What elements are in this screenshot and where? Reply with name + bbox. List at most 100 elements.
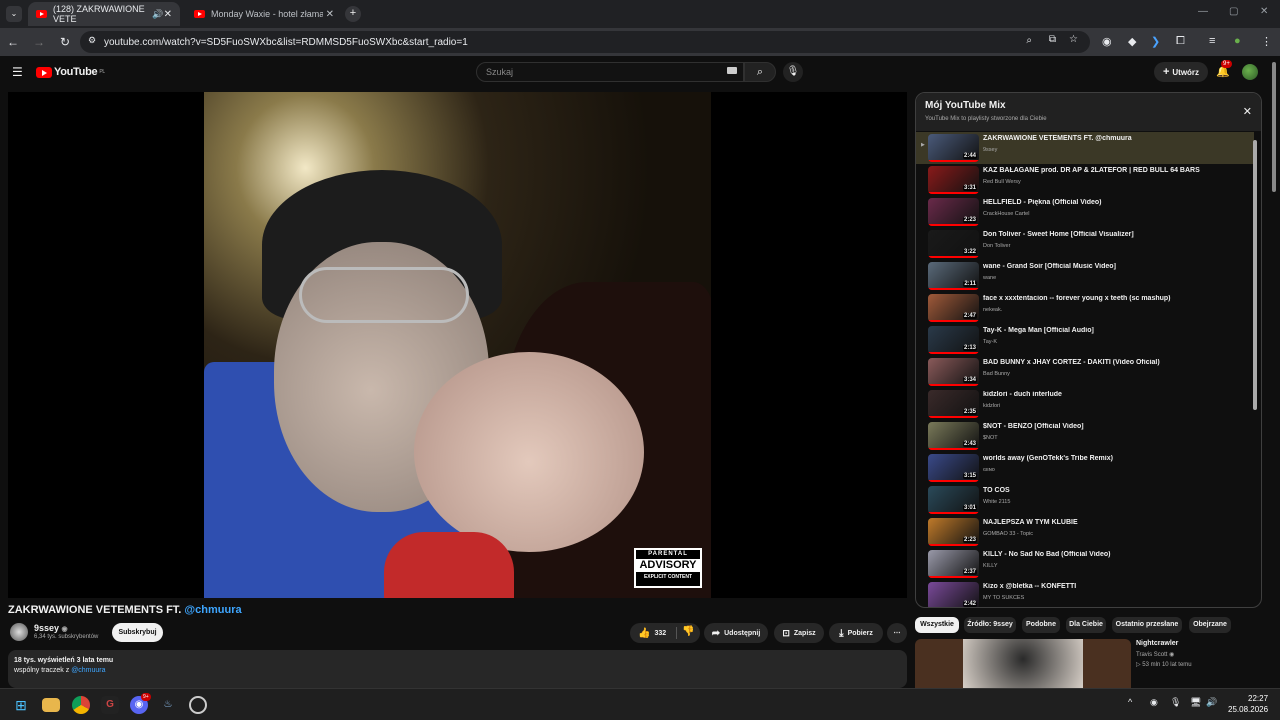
playlist-item[interactable]: 3:15 worlds away (GenOTekk's Tribe Remix)… [916,452,1254,484]
playlist-thumbnail[interactable]: 2:23 [928,198,979,226]
filter-chip[interactable]: Dla Ciebie [1066,617,1106,633]
app-icon[interactable] [189,696,207,714]
save-button[interactable]: ⊡ Zapisz [774,623,824,643]
file-explorer-icon[interactable] [42,698,60,712]
video-description[interactable]: 18 tys. wyświetleń 3 lata temu wspólny t… [8,650,907,688]
playlist-thumbnail[interactable]: 2:47 [928,294,979,322]
discord-tray-icon[interactable]: ◉ [1150,697,1158,708]
playlist-item[interactable]: 2:47 face x xxxtentacion -- forever young… [916,292,1254,324]
playlist-thumbnail[interactable]: 2:23 [928,518,979,546]
zoom-icon[interactable]: ⌕ [1026,35,1032,46]
channel-name[interactable]: 9ssey ◉ [34,623,68,633]
maximize-icon[interactable]: ▢ [1229,6,1238,17]
like-button[interactable]: 👍 332 [638,628,666,639]
recommendation-channel[interactable]: Travis Scott ◉ [1136,651,1174,658]
playlist-item[interactable]: 2:42 Kizo x @bletka -- KONFETTI MY TO SUKC… [916,580,1254,607]
filter-chip[interactable]: Podobne [1022,617,1060,633]
close-tab-icon[interactable]: ✕ [326,9,334,20]
recommendation-title[interactable]: Nightcrawler [1136,640,1178,647]
channel-avatar[interactable] [10,623,28,641]
playlist-thumbnail[interactable]: 2:37 [928,550,979,578]
playlist-thumbnail[interactable]: 3:01 [928,486,979,514]
playlist-thumbnail[interactable]: 2:35 [928,390,979,418]
playlist-item-channel: Tay-K [983,339,998,345]
new-tab-button[interactable]: + [345,6,361,22]
url-field[interactable]: ⚙ youtube.com/watch?v=SD5FuoSWXbc&list=R… [80,31,1090,53]
playlist-thumbnail[interactable]: 3:15 [928,454,979,482]
create-button[interactable]: + Utwórz [1154,62,1208,82]
download-button[interactable]: ⤓ Pobierz [829,623,883,643]
playlist-item[interactable]: 3:22 Don Toliver - Sweet Home [Official V… [916,228,1254,260]
network-icon[interactable]: 🖥 [1190,697,1201,708]
extensions-puzzle-icon[interactable]: ⧠ [1176,35,1185,48]
keyboard-icon[interactable] [727,67,737,74]
playlist-thumbnail[interactable]: 2:44 [928,134,979,162]
tab-youtube-other[interactable]: Monday Waxie - hotel złamany ✕ [186,2,342,26]
profile-icon[interactable]: ● [1234,35,1241,47]
search-button[interactable]: ⌕ [744,62,776,82]
playlist-item[interactable]: 3:31 KAZ BAŁAGANE prod. DR AP & 2LATEFOR … [916,164,1254,196]
menu-dots-icon[interactable]: ⋮ [1261,35,1272,48]
playlist-item[interactable]: 2:37 KILLY - No Sad No Bad (Official Vide… [916,548,1254,580]
close-tab-icon[interactable]: ✕ [164,9,172,20]
windows-start-icon[interactable]: ⊞ [12,696,30,714]
close-window-icon[interactable]: ✕ [1260,6,1268,17]
video-player[interactable]: PARENTAL ADVISORY EXPLICIT CONTENT [8,92,907,598]
volume-icon[interactable]: 🔊 [1206,697,1217,708]
youtube-logo[interactable]: YouTube PL [36,66,105,78]
playlist-thumbnail[interactable]: 2:43 [928,422,979,450]
back-icon[interactable]: ← [0,35,26,49]
extension-icon[interactable]: ◆ [1128,35,1136,48]
description-mention-link[interactable]: @chmuura [71,667,105,674]
filter-chip[interactable]: Źródło: 9ssey [964,617,1016,633]
show-hidden-icons-icon[interactable]: ^ [1128,697,1132,707]
title-mention-link[interactable]: @chmuura [184,604,241,616]
tab-search-button[interactable]: ⌄ [6,6,22,22]
steam-icon[interactable]: ♨ [159,696,177,714]
playlist-item[interactable]: 2:35 kidzlori - duch interlude kidzlori [916,388,1254,420]
playlist-thumbnail[interactable]: 3:31 [928,166,979,194]
reload-icon[interactable]: ↻ [52,35,78,49]
app-icon[interactable]: G [101,696,119,714]
microphone-tray-icon[interactable]: 🎙 [1170,697,1181,708]
forward-icon[interactable]: → [26,35,52,49]
bookmark-star-icon[interactable]: ☆ [1069,34,1078,45]
voice-search-button[interactable]: 🎙 [783,62,803,82]
thumbs-down-icon[interactable]: 👎 [682,626,694,637]
search-input[interactable]: Szukaj [476,62,744,82]
playlist-item[interactable]: 2:13 Tay-K - Mega Man [Official Audio] Tay… [916,324,1254,356]
playlist-item[interactable]: 2:23 NAJLEPSZA W TYM KLUBIE GOMBAO 33 - To… [916,516,1254,548]
playlist-item[interactable]: 3:34 BAD BUNNY x JHAY CORTEZ - DÁKITI (Vi… [916,356,1254,388]
extension-icon[interactable]: ◉ [1102,35,1112,48]
filter-chip[interactable]: Obejrzane [1189,617,1231,633]
playlist-thumbnail[interactable]: 2:13 [928,326,979,354]
site-info-icon[interactable]: ⚙ [88,35,96,46]
reading-list-icon[interactable]: ≡ [1209,35,1215,47]
share-button[interactable]: ➦ Udostępnij [704,623,768,643]
playlist-thumbnail[interactable]: 3:22 [928,230,979,258]
playlist-item[interactable]: 2:23 HELLFIELD - Piękna (Official Video) C… [916,196,1254,228]
playlist-scrollbar[interactable] [1253,140,1257,410]
close-playlist-icon[interactable]: ✕ [1243,105,1252,118]
playlist-item[interactable]: ▶ 2:44 ZAKRWAWIONE VETEMENTS FT. @chmuura 9… [916,132,1254,164]
chrome-icon[interactable] [72,696,90,714]
extension-icon[interactable]: ❯ [1151,35,1160,48]
subscribe-button[interactable]: Subskrybuj [112,623,163,642]
install-app-icon[interactable]: ⧉ [1049,34,1056,45]
filter-chip[interactable]: Ostatnio przesłane [1112,617,1182,633]
recommendation-thumbnail[interactable] [915,639,1131,689]
minimize-icon[interactable]: — [1198,6,1208,17]
tab-youtube-current[interactable]: (128) ZAKRWAWIONE VETE 🔊 ✕ [28,2,180,26]
playlist-thumbnail[interactable]: 2:11 [928,262,979,290]
filter-chip[interactable]: Wszystkie [915,617,959,633]
more-actions-button[interactable]: ⋯ [887,623,907,643]
hamburger-menu-icon[interactable]: ☰ [12,65,23,79]
playlist-item[interactable]: 2:43 $NOT - BENZO [Official Video] $NOT [916,420,1254,452]
system-clock[interactable]: 22:27 25.08.2026 [1228,693,1268,715]
playlist-item[interactable]: 3:01 TO COŚ White 2115 [916,484,1254,516]
playlist-thumbnail[interactable]: 3:34 [928,358,979,386]
playlist-item[interactable]: 2:11 wane - Grand Soir [Official Music Vi… [916,260,1254,292]
playlist-thumbnail[interactable]: 2:42 [928,582,979,607]
account-avatar[interactable] [1242,64,1258,80]
page-scrollbar[interactable] [1272,62,1276,192]
